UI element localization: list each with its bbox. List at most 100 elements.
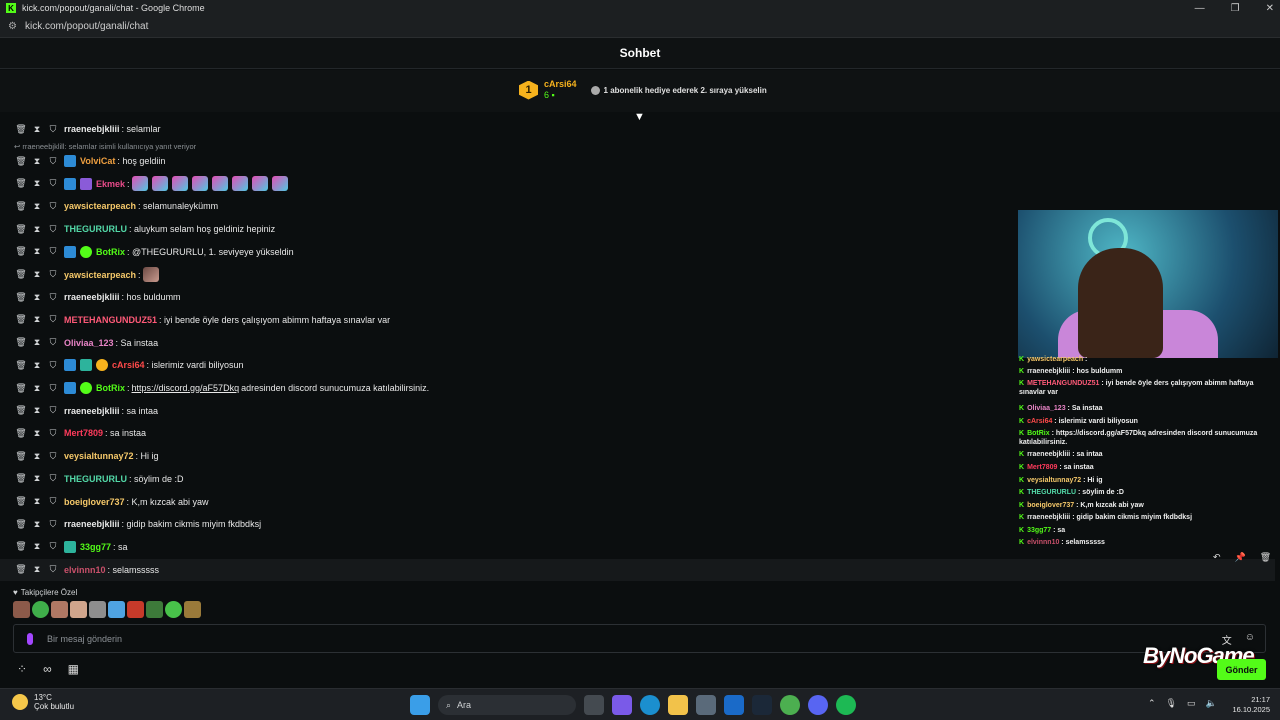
username[interactable]: cArsi64 [112, 360, 145, 370]
username[interactable]: BotRix [96, 383, 125, 393]
chrome-icon[interactable] [780, 695, 800, 715]
timeout-icon[interactable]: ⧗ [30, 156, 44, 167]
username[interactable]: THEGURURLU [64, 224, 127, 234]
username[interactable]: Oliviaa_123 [64, 338, 114, 348]
trash-icon[interactable]: 🗑 [14, 156, 28, 167]
username[interactable]: Mert7809 [64, 428, 103, 438]
close-icon[interactable]: ✕ [1266, 3, 1274, 14]
send-button[interactable]: Gönder [1217, 659, 1266, 680]
trash-icon[interactable]: 🗑 [14, 451, 28, 462]
emote[interactable] [184, 601, 201, 618]
trash-icon[interactable]: 🗑 [14, 428, 28, 439]
ban-icon[interactable]: ⛉ [46, 564, 60, 575]
timeout-icon[interactable]: ⧗ [30, 337, 44, 348]
timeout-icon[interactable]: ⧗ [30, 269, 44, 280]
windows-start-icon[interactable] [410, 695, 430, 715]
network-icon[interactable]: ▭ [1187, 698, 1196, 709]
task-view-icon[interactable] [584, 695, 604, 715]
restore-icon[interactable]: ❐ [1231, 3, 1240, 14]
emote[interactable] [108, 601, 125, 618]
username[interactable]: VolviCat [80, 156, 115, 166]
trash-icon[interactable]: 🗑 [14, 383, 28, 394]
timeout-icon[interactable]: ⧗ [30, 541, 44, 552]
ban-icon[interactable]: ⛉ [46, 383, 60, 394]
spotify-icon[interactable] [836, 695, 856, 715]
emote[interactable] [13, 601, 30, 618]
weather-widget[interactable]: 13°C Çok bulutlu [12, 693, 74, 711]
message-link[interactable]: https://discord.gg/aF57Dkq [132, 383, 240, 393]
timeout-icon[interactable]: ⧗ [30, 124, 44, 135]
ban-icon[interactable]: ⛉ [46, 292, 60, 303]
ban-icon[interactable]: ⛉ [46, 124, 60, 135]
username[interactable]: elvinnn10 [64, 565, 106, 575]
emote[interactable] [146, 601, 163, 618]
trash-icon[interactable]: 🗑 [14, 201, 28, 212]
timeout-icon[interactable]: ⧗ [30, 246, 44, 257]
timeout-icon[interactable]: ⧗ [30, 405, 44, 416]
outlook-icon[interactable] [724, 695, 744, 715]
edge-icon[interactable] [640, 695, 660, 715]
username[interactable]: boeiglover737 [64, 497, 125, 507]
copilot-icon[interactable] [612, 695, 632, 715]
emote[interactable] [89, 601, 106, 618]
username[interactable]: yawsictearpeach [64, 201, 136, 211]
trash-icon[interactable]: 🗑 [1260, 552, 1271, 563]
trash-icon[interactable]: 🗑 [14, 246, 28, 257]
ban-icon[interactable]: ⛉ [46, 337, 60, 348]
username[interactable]: METEHANGUNDUZ51 [64, 315, 157, 325]
username[interactable]: THEGURURLU [64, 474, 127, 484]
emote[interactable] [165, 601, 182, 618]
timeout-icon[interactable]: ⧗ [30, 383, 44, 394]
trash-icon[interactable]: 🗑 [14, 337, 28, 348]
ban-icon[interactable]: ⛉ [46, 541, 60, 552]
chat-input[interactable] [47, 633, 1147, 644]
pin-icon[interactable]: 📌 [1235, 552, 1246, 563]
ban-icon[interactable]: ⛉ [46, 360, 60, 371]
username[interactable]: rraeneebjkliii [64, 124, 120, 134]
username[interactable]: rraeneebjkliii [64, 406, 120, 416]
site-settings-icon[interactable]: ⚙ [8, 21, 17, 32]
steam-icon[interactable] [752, 695, 772, 715]
emote[interactable] [51, 601, 68, 618]
trash-icon[interactable]: 🗑 [14, 405, 28, 416]
timeout-icon[interactable]: ⧗ [30, 519, 44, 530]
username[interactable]: 33gg77 [80, 542, 111, 552]
timeout-icon[interactable]: ⧗ [30, 178, 44, 189]
emote[interactable] [70, 601, 87, 618]
username[interactable]: rraeneebjkliii [64, 292, 120, 302]
ban-icon[interactable]: ⛉ [46, 269, 60, 280]
taskbar-search[interactable]: ⌕ Ara [438, 695, 576, 715]
mic-tray-icon[interactable]: 🎙 [1166, 698, 1177, 709]
clock[interactable]: 21:17 16.10.2025 [1228, 695, 1270, 715]
timeout-icon[interactable]: ⧗ [30, 428, 44, 439]
trash-icon[interactable]: 🗑 [14, 564, 28, 575]
timeout-icon[interactable]: ⧗ [30, 473, 44, 484]
file-explorer-icon[interactable] [668, 695, 688, 715]
trash-icon[interactable]: 🗑 [14, 314, 28, 325]
mic-icon[interactable] [27, 632, 33, 645]
infinity-icon[interactable]: ∞ [43, 662, 52, 676]
ban-icon[interactable]: ⛉ [46, 519, 60, 530]
settings-icon[interactable]: ⁘ [17, 662, 27, 676]
ban-icon[interactable]: ⛉ [46, 224, 60, 235]
username[interactable]: BotRix [96, 247, 125, 257]
trash-icon[interactable]: 🗑 [14, 496, 28, 507]
discord-icon[interactable] [808, 695, 828, 715]
trash-icon[interactable]: 🗑 [14, 473, 28, 484]
ban-icon[interactable]: ⛉ [46, 246, 60, 257]
timeout-icon[interactable]: ⧗ [30, 224, 44, 235]
timeout-icon[interactable]: ⧗ [30, 496, 44, 507]
ban-icon[interactable]: ⛉ [46, 178, 60, 189]
trash-icon[interactable]: 🗑 [14, 178, 28, 189]
timeout-icon[interactable]: ⧗ [30, 451, 44, 462]
timeout-icon[interactable]: ⧗ [30, 314, 44, 325]
ban-icon[interactable]: ⛉ [46, 473, 60, 484]
minimize-icon[interactable]: — [1195, 3, 1205, 14]
volume-icon[interactable]: 🔈 [1206, 698, 1217, 709]
ban-icon[interactable]: ⛉ [46, 201, 60, 212]
address-bar[interactable]: ⚙ kick.com/popout/ganali/chat [0, 16, 1280, 38]
ban-icon[interactable]: ⛉ [46, 314, 60, 325]
username[interactable]: veysialtunnay72 [64, 451, 134, 461]
ban-icon[interactable]: ⛉ [46, 156, 60, 167]
store-icon[interactable]: ▦ [68, 662, 79, 676]
